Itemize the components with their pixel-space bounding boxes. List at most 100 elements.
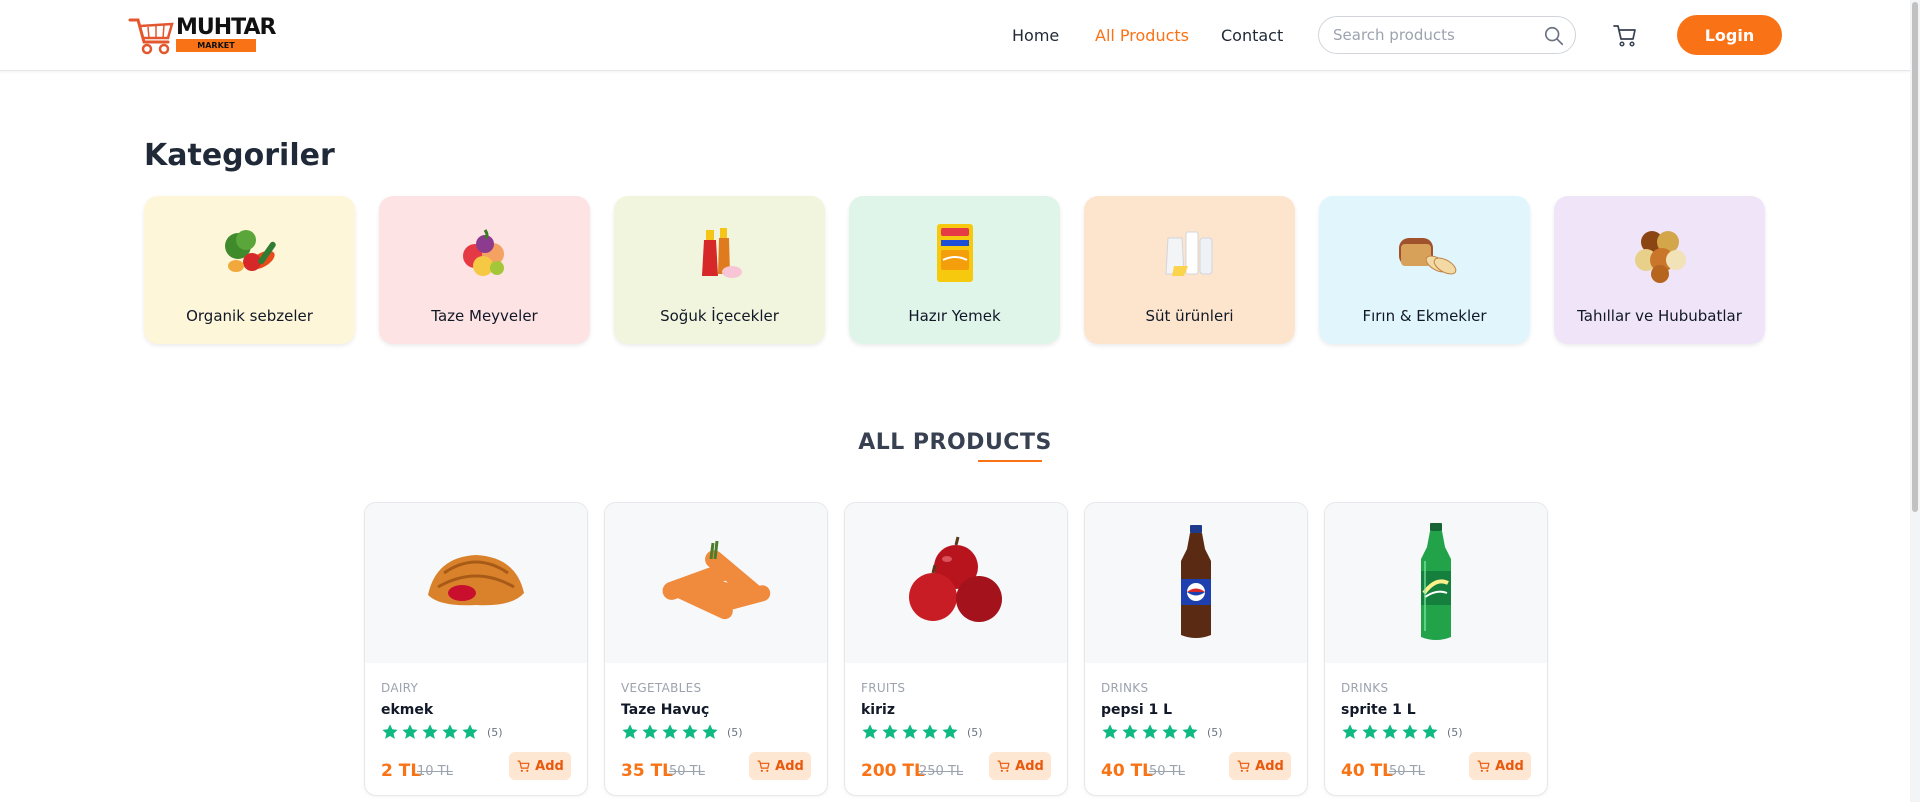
dairy-icon (1165, 231, 1213, 276)
star-icon (1342, 724, 1358, 739)
cart-icon (757, 760, 770, 772)
star-icon (1142, 724, 1158, 739)
product-old-price: 250 TL (919, 764, 964, 779)
product-card[interactable]: DRINKS sprite 1 L (5) 40 TL 50 TL Add (1324, 502, 1548, 796)
sprite-bottle-icon (1421, 523, 1451, 640)
brand-logo[interactable]: MUHTAR MARKET (128, 14, 276, 56)
rating-stars: (5) (621, 723, 743, 741)
product-old-price: 50 TL (1149, 764, 1185, 779)
product-card[interactable]: DRINKS pepsi 1 L (5) 40 TL 50 TL Add (1084, 502, 1308, 796)
star-icon (642, 724, 658, 739)
add-label: Add (1015, 758, 1044, 774)
product-name: ekmek (381, 702, 434, 718)
cart-icon (997, 760, 1010, 772)
add-to-cart-button[interactable]: Add (749, 752, 811, 780)
rating-stars: (5) (861, 723, 983, 741)
product-price: 35 TL (621, 761, 674, 781)
instant-noodle-icon (937, 224, 973, 282)
product-card[interactable]: VEGETABLES Taze Havuç (5) 35 TL 50 TL Ad… (604, 502, 828, 796)
category-card-bakery[interactable]: Fırın & Ekmekler (1319, 196, 1530, 344)
fruits-icon (463, 229, 504, 276)
product-name: pepsi 1 L (1101, 702, 1173, 718)
star-icon (622, 724, 638, 739)
product-category: FRUITS (861, 681, 906, 695)
star-icon (382, 724, 398, 739)
search-input[interactable] (1333, 25, 1533, 45)
product-category: DAIRY (381, 681, 419, 695)
product-name: sprite 1 L (1341, 702, 1416, 718)
product-image-box (1325, 503, 1547, 663)
product-price: 200 TL (861, 761, 925, 781)
category-card-organic-vegetables[interactable]: Organik sebzeler (144, 196, 355, 344)
add-label: Add (1495, 758, 1524, 774)
drinks-icon (702, 228, 742, 278)
nav-contact[interactable]: Contact (1221, 26, 1283, 45)
category-card-fresh-fruits[interactable]: Taze Meyveler (379, 196, 590, 344)
star-icon (1102, 724, 1118, 739)
star-icon (1402, 724, 1418, 739)
star-icon (462, 724, 478, 739)
star-icon (682, 724, 698, 739)
grains-icon (1635, 231, 1686, 283)
bread-icon (1399, 238, 1457, 275)
login-button[interactable]: Login (1677, 15, 1782, 55)
star-icon (882, 724, 898, 739)
product-price: 40 TL (1101, 761, 1154, 781)
carrots-icon (662, 540, 771, 620)
site-header: MUHTAR MARKET Home All Products Contact … (0, 0, 1910, 71)
nav-all-products[interactable]: All Products (1095, 26, 1189, 45)
star-icon (702, 724, 718, 739)
vegetables-icon (225, 230, 276, 272)
review-count: (5) (967, 725, 983, 739)
star-icon (1362, 724, 1378, 739)
product-price: 2 TL (381, 761, 422, 781)
product-old-price: 50 TL (669, 764, 705, 779)
brand-name: MUHTAR (176, 15, 276, 40)
search-icon[interactable] (1543, 25, 1565, 47)
star-icon (902, 724, 918, 739)
product-old-price: 50 TL (1389, 764, 1425, 779)
add-to-cart-button[interactable]: Add (1229, 752, 1291, 780)
star-icon (1422, 724, 1438, 739)
logo-cart-icon (128, 18, 174, 55)
category-card-cold-drinks[interactable]: Soğuk İçecekler (614, 196, 825, 344)
add-label: Add (1255, 758, 1284, 774)
product-image-box (845, 503, 1067, 663)
product-image-box (605, 503, 827, 663)
product-image-box (1085, 503, 1307, 663)
add-to-cart-button[interactable]: Add (1469, 752, 1531, 780)
star-icon (422, 724, 438, 739)
product-old-price: 10 TL (417, 764, 453, 779)
croissant-icon (428, 555, 524, 606)
category-label: Fırın & Ekmekler (1362, 307, 1487, 325)
brand-sub: MARKET (176, 39, 256, 52)
star-icon (662, 724, 678, 739)
add-label: Add (535, 758, 564, 774)
add-to-cart-button[interactable]: Add (509, 752, 571, 780)
apples-icon (909, 536, 1002, 622)
category-card-dairy[interactable]: Süt ürünleri (1084, 196, 1295, 344)
product-name: Taze Havuç (621, 702, 710, 718)
category-label: Süt ürünleri (1145, 307, 1234, 325)
star-icon (1122, 724, 1138, 739)
add-to-cart-button[interactable]: Add (989, 752, 1051, 780)
title-underline (978, 460, 1042, 462)
scrollbar-thumb[interactable] (1912, 2, 1918, 512)
product-card[interactable]: DAIRY ekmek (5) 2 TL 10 TL Add (364, 502, 588, 796)
nav-home[interactable]: Home (1012, 26, 1059, 45)
star-icon (942, 724, 958, 739)
all-products-title: ALL PRODUCTS (858, 430, 1052, 455)
category-card-ready-meals[interactable]: Hazır Yemek (849, 196, 1060, 344)
category-label: Organik sebzeler (186, 307, 313, 325)
star-icon (402, 724, 418, 739)
category-label: Soğuk İçecekler (660, 307, 779, 325)
cart-icon[interactable] (1612, 22, 1638, 48)
star-icon (1382, 724, 1398, 739)
rating-stars: (5) (1341, 723, 1463, 741)
rating-stars: (5) (1101, 723, 1223, 741)
star-icon (442, 724, 458, 739)
product-card[interactable]: FRUITS kiriz (5) 200 TL 250 TL Add (844, 502, 1068, 796)
category-card-grains[interactable]: Tahıllar ve Hububatlar (1554, 196, 1765, 344)
product-name: kiriz (861, 702, 895, 718)
category-label: Taze Meyveler (431, 307, 538, 325)
